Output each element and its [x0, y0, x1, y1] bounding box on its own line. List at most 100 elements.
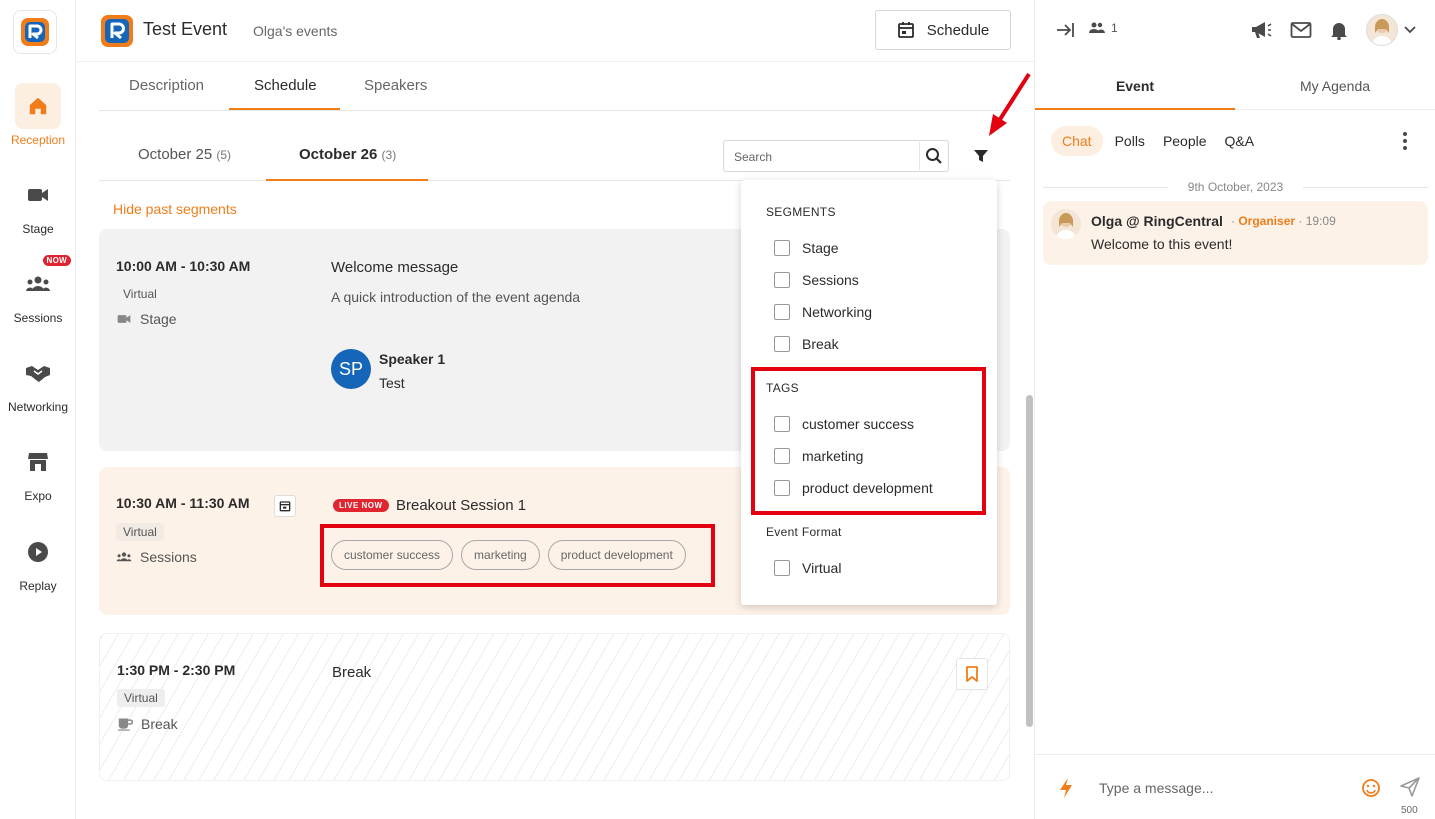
lightning-icon[interactable]: [1059, 777, 1073, 799]
annotation-arrow: [989, 72, 1031, 136]
checkbox[interactable]: [774, 560, 790, 576]
checkbox[interactable]: [774, 304, 790, 320]
tab-speakers[interactable]: Speakers: [364, 77, 427, 94]
message-avatar[interactable]: [1051, 209, 1081, 239]
nav-item-replay[interactable]: Replay: [0, 529, 76, 593]
user-menu[interactable]: [1366, 14, 1416, 46]
segment-title: Break: [332, 664, 372, 681]
bell-icon[interactable]: [1330, 20, 1348, 40]
filter-icon[interactable]: [969, 144, 993, 168]
schedule-button-label: Schedule: [926, 21, 990, 39]
main-scrollbar[interactable]: [1026, 395, 1033, 727]
annotation-highlight-tags: [320, 524, 715, 587]
event-organizer-link[interactable]: Olga's events: [253, 23, 337, 39]
speaker-avatar[interactable]: SP: [331, 349, 371, 389]
filter-option-virtual[interactable]: Virtual: [774, 560, 841, 576]
format-chip: Virtual: [117, 689, 165, 707]
bookmark-button[interactable]: [956, 658, 988, 690]
message-author[interactable]: Olga @ RingCentral: [1091, 213, 1223, 229]
subtab-qa[interactable]: Q&A: [1219, 126, 1261, 156]
segment-type-label: Stage: [140, 311, 177, 327]
nav-label: Reception: [10, 133, 66, 147]
filter-option-label: Virtual: [802, 560, 842, 576]
segment-time: 10:30 AM - 11:30 AM: [116, 495, 250, 511]
bookmark-icon: [966, 666, 978, 682]
right-panel-toolbar: 1: [1035, 0, 1435, 62]
date-tab-oct-26[interactable]: October 26 (3): [299, 146, 396, 163]
search-icon[interactable]: [919, 142, 947, 170]
event-tabs: Description Schedule Speakers: [99, 63, 1010, 111]
filter-heading-segments: SEGMENTS: [766, 205, 836, 219]
date-tab-oct-25[interactable]: October 25 (5): [138, 146, 231, 163]
nav-label: Replay: [19, 579, 57, 593]
filter-option-label: Sessions: [802, 272, 859, 288]
segment-type-label: Break: [141, 716, 178, 732]
attendee-count-value: 1: [1111, 21, 1118, 35]
segment-type: Break: [117, 716, 178, 732]
hide-past-segments-link[interactable]: Hide past segments: [113, 201, 237, 217]
subtab-chat[interactable]: Chat: [1051, 126, 1103, 156]
mail-icon[interactable]: [1290, 21, 1312, 39]
format-chip: Virtual: [123, 287, 157, 301]
tab-schedule[interactable]: Schedule: [254, 77, 317, 94]
nav-item-expo[interactable]: Expo: [0, 439, 76, 503]
tab-my-agenda[interactable]: My Agenda: [1235, 78, 1435, 94]
nav-item-reception[interactable]: Reception: [0, 83, 76, 147]
send-icon[interactable]: [1399, 776, 1421, 798]
nav-item-stage[interactable]: Stage: [0, 172, 76, 236]
collapse-panel-icon[interactable]: [1055, 20, 1075, 40]
calendar-icon: [897, 22, 914, 38]
chat-composer: 500: [1035, 754, 1435, 819]
date-active-indicator: [266, 179, 428, 181]
video-camera-icon: [15, 172, 61, 218]
search-input[interactable]: [734, 147, 914, 167]
filter-option-networking[interactable]: Networking: [774, 304, 872, 320]
filter-option-label: Networking: [802, 304, 873, 320]
right-tab-active-indicator: [1035, 108, 1235, 110]
megaphone-icon[interactable]: [1250, 20, 1272, 40]
attendee-count[interactable]: 1: [1089, 21, 1118, 35]
right-toolbar-icons: [1250, 14, 1416, 46]
date-tabs: October 25 (5) October 26 (3): [99, 127, 1010, 181]
schedule-button[interactable]: Schedule: [875, 10, 1011, 50]
user-avatar: [1366, 14, 1398, 46]
tab-description[interactable]: Description: [129, 77, 204, 94]
segment-type: Sessions: [116, 549, 197, 565]
coffee-cup-icon: [118, 718, 133, 731]
filter-option-break[interactable]: Break: [774, 336, 839, 352]
segment-card-break[interactable]: 1:30 PM - 2:30 PM Virtual Break Break: [99, 633, 1010, 781]
speaker-name[interactable]: Speaker 1: [379, 351, 445, 367]
checkbox[interactable]: [774, 272, 790, 288]
char-counter: 500: [1401, 805, 1418, 816]
add-to-calendar-button[interactable]: [274, 495, 296, 517]
subtab-people[interactable]: People: [1157, 126, 1213, 156]
emoji-icon[interactable]: [1361, 778, 1381, 798]
annotation-highlight-filter-tags: [751, 367, 986, 515]
event-title: Test Event: [143, 19, 228, 39]
chat-message: Olga @ RingCentral · Organiser · 19:09 W…: [1043, 201, 1428, 265]
tab-event[interactable]: Event: [1035, 78, 1235, 94]
event-header: Test Event Olga's events Schedule: [76, 0, 1034, 62]
more-options-icon[interactable]: [1403, 132, 1407, 150]
message-time: 19:09: [1305, 214, 1336, 228]
filter-option-sessions[interactable]: Sessions: [774, 272, 859, 288]
app-root: Reception Stage NOW Sessions Networking: [0, 0, 1435, 819]
filter-option-stage[interactable]: Stage: [774, 240, 839, 256]
nav-item-sessions[interactable]: NOW Sessions: [0, 255, 76, 325]
message-role: Organiser: [1238, 214, 1296, 228]
event-subtabs: Chat Polls People Q&A: [1051, 126, 1260, 156]
subtab-polls[interactable]: Polls: [1109, 126, 1151, 156]
calendar-icon: [279, 501, 291, 512]
checkbox[interactable]: [774, 336, 790, 352]
right-panel: 1 Event My Agenda Chat Polls People Q&A …: [1034, 0, 1435, 819]
format-chip: Virtual: [116, 523, 164, 541]
people-group-icon: [116, 552, 132, 562]
app-logo[interactable]: [13, 10, 57, 54]
nav-item-networking[interactable]: Networking: [0, 350, 76, 414]
video-camera-icon: [117, 315, 131, 323]
date-label: October 26: [299, 146, 378, 163]
checkbox[interactable]: [774, 240, 790, 256]
segment-time: 10:00 AM - 10:30 AM: [116, 258, 251, 274]
message-input[interactable]: [1099, 777, 1349, 799]
message-meta: · Organiser · 19:09: [1231, 214, 1336, 228]
